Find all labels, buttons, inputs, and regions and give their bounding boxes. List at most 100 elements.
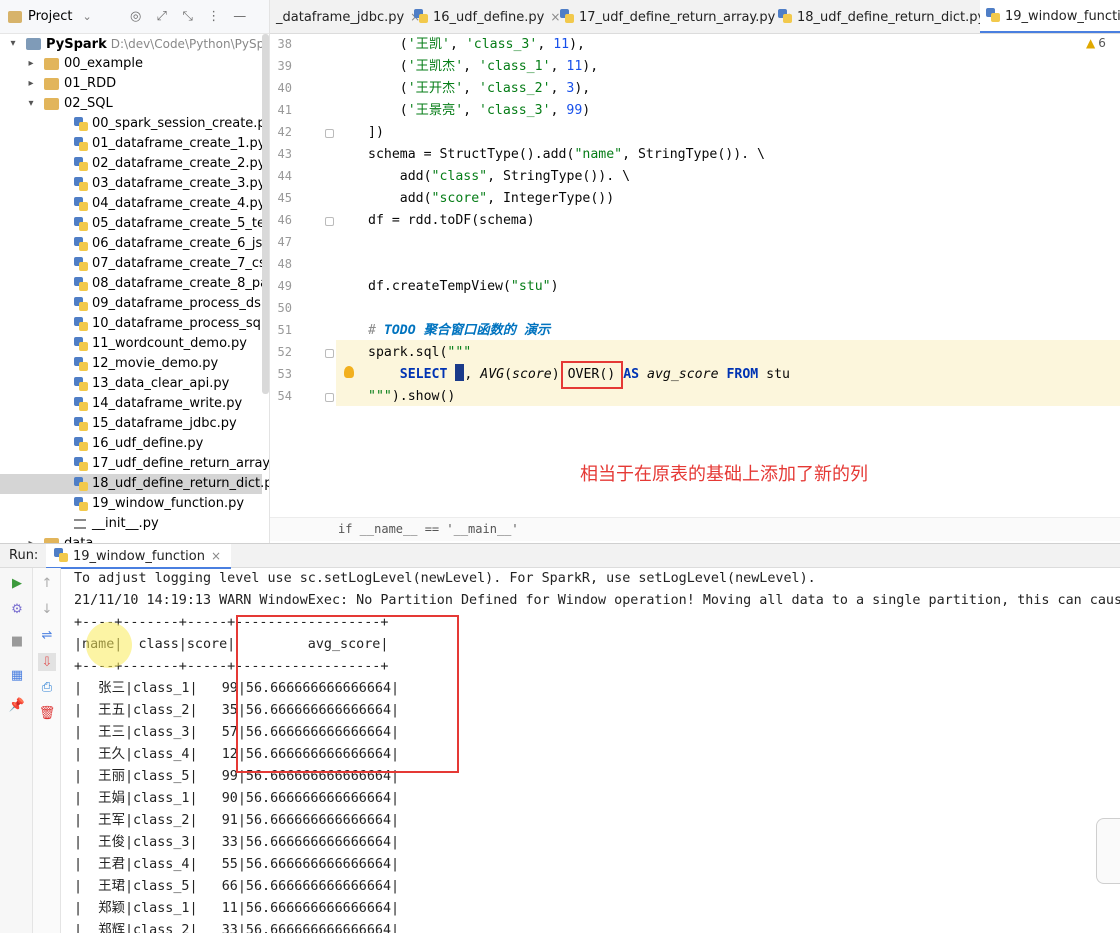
tree-file[interactable]: 14_dataframe_write.py — [0, 394, 262, 414]
tree-file[interactable]: 09_dataframe_process_dsl_hellow — [0, 294, 269, 314]
tree-file[interactable]: 00_spark_session_create.py — [0, 114, 269, 134]
tree-folder[interactable]: ▾ PySpark D:\dev\Code\Python\PySpark — [0, 34, 269, 54]
code-line[interactable]: ('王开杰', 'class_2', 3), — [368, 78, 591, 100]
chevron-right-icon[interactable]: ▸ — [26, 534, 36, 543]
chevron-down-icon[interactable]: ▾ — [8, 34, 18, 54]
chevron-down-icon[interactable]: ⌄ — [82, 10, 91, 23]
tree-folder[interactable]: ▾ 02_SQL — [0, 94, 262, 114]
trash-icon[interactable]: 🗑 — [38, 704, 56, 722]
tree-file[interactable]: 11_wordcount_demo.py — [0, 334, 262, 354]
tree-file[interactable]: 06_dataframe_create_6_json.py — [0, 234, 269, 254]
console-output[interactable]: To adjust logging level use sc.setLogLev… — [61, 568, 1120, 933]
fold-marker-icon[interactable] — [325, 129, 334, 138]
tree-file[interactable]: __init__.py — [0, 514, 262, 534]
pin-icon[interactable]: 📌 — [8, 696, 26, 714]
soft-wrap-icon[interactable]: ⇌ — [38, 626, 56, 644]
editor-tab[interactable]: 17_udf_define_return_array.py × — [554, 0, 791, 33]
chevron-right-icon[interactable]: ▸ — [26, 74, 36, 94]
tree-file[interactable]: 16_udf_define.py — [0, 434, 262, 454]
python-file-icon — [74, 317, 88, 331]
scroll-to-end-icon[interactable]: ⇩ — [38, 653, 56, 671]
over-highlight-box — [561, 361, 623, 389]
tree-file[interactable]: 04_dataframe_create_4.py — [0, 194, 266, 214]
tree-file[interactable]: 19_window_function.py — [0, 494, 262, 514]
code-line[interactable]: # TODO 聚合窗口函数的 演示 — [368, 320, 550, 342]
tree-file[interactable]: 18_udf_define_return_dict.py — [0, 474, 269, 494]
minimize-icon[interactable]: — — [230, 7, 250, 27]
python-file-icon — [74, 217, 88, 231]
tree-item-label: 08_dataframe_create_8_parquet. — [92, 276, 269, 291]
code-line[interactable]: ('王凯杰', 'class_1', 11), — [368, 56, 598, 78]
tree-file[interactable]: 07_dataframe_create_7_csv.py — [0, 254, 269, 274]
project-tree: ▾ PySpark D:\dev\Code\Python\PySpark ▸ 00_ex… — [0, 34, 269, 543]
close-icon[interactable]: × — [211, 549, 221, 563]
collapse-all-icon[interactable]: ⤡ — [178, 7, 198, 27]
code-line[interactable]: spark.sql(""" — [368, 342, 471, 364]
tree-file[interactable]: 13_data_clear_api.py — [0, 374, 262, 394]
tree-folder[interactable]: ▸ 01_RDD — [0, 74, 262, 94]
run-tab[interactable]: 19_window_function × — [46, 544, 232, 569]
code-line[interactable]: add("class", StringType()). \ — [368, 166, 630, 188]
tree-item-label: 05_dataframe_create_5_text.py — [92, 216, 270, 231]
chevron-down-icon[interactable]: ▾ — [26, 94, 36, 114]
tree-file[interactable]: 01_dataframe_create_1.py — [0, 134, 266, 154]
up-arrow-icon[interactable]: ↑ — [38, 574, 56, 592]
code-line[interactable]: """).show() — [368, 386, 455, 408]
line-number: 52 — [277, 345, 292, 359]
chevron-right-icon[interactable]: ▸ — [26, 54, 36, 74]
project-panel: Project ⌄ ◎ ⤢ ⤡ ⋮ — ▾ PySpark D:\dev\Code\… — [0, 0, 270, 543]
tree-file[interactable]: 03_dataframe_create_3.py — [0, 174, 266, 194]
layout-icon[interactable]: ▦ — [8, 666, 26, 684]
tree-file[interactable]: 02_dataframe_create_2.py — [0, 154, 266, 174]
fold-marker-icon[interactable] — [325, 393, 334, 402]
tree-file[interactable]: 12_movie_demo.py — [0, 354, 262, 374]
tree-item-label: 15_dataframe_jdbc.py — [92, 416, 237, 431]
code-line[interactable]: ('王凯', 'class_3', 11), — [368, 34, 585, 56]
tree-file[interactable]: 08_dataframe_create_8_parquet. — [0, 274, 269, 294]
tree-folder[interactable]: ▸ 00_example — [0, 54, 262, 74]
breadcrumb[interactable]: if __name__ == '__main__' — [338, 522, 519, 536]
code-line[interactable]: ]) — [368, 122, 384, 144]
python-file-icon — [74, 457, 88, 471]
rerun-icon[interactable]: ▶ — [8, 574, 26, 592]
code-line[interactable]: ('王景亮', 'class_3', 99) — [368, 100, 591, 122]
tree-file[interactable]: 15_dataframe_jdbc.py — [0, 414, 262, 434]
tree-scrollbar[interactable] — [262, 34, 269, 394]
tree-item-label: 09_dataframe_process_dsl_hellow — [92, 296, 269, 311]
python-file-icon — [74, 477, 88, 491]
side-widget[interactable] — [1096, 818, 1120, 884]
tree-file[interactable]: 17_udf_define_return_array.py — [0, 454, 269, 474]
tree-folder[interactable]: ▸ data — [0, 534, 262, 543]
line-number: 49 — [277, 279, 292, 293]
editor-tab[interactable]: _dataframe_jdbc.py × — [270, 0, 420, 33]
editor-tab-label: 16_udf_define.py — [433, 10, 545, 25]
expand-all-icon[interactable]: ⤢ — [152, 7, 172, 27]
editor-tab[interactable]: 16_udf_define.py × — [408, 0, 560, 33]
editor-tab[interactable]: 18_udf_define_return_dict.py× — [772, 0, 1001, 33]
tree-item-label: 10_dataframe_process_sql_hellow — [92, 316, 269, 331]
project-title[interactable]: Project — [28, 9, 72, 24]
code-line[interactable]: df = rdd.toDF(schema) — [368, 210, 535, 232]
target-icon[interactable]: ◎ — [126, 7, 146, 27]
tree-item-label: 01_RDD — [64, 76, 117, 91]
console-toolbar: ↑ ↓ ⇌ ⇩ ⎙ 🗑 — [33, 568, 61, 933]
fold-marker-icon[interactable] — [325, 217, 334, 226]
tree-file[interactable]: 10_dataframe_process_sql_hellow — [0, 314, 269, 334]
code-editor[interactable]: ('王凯', 'class_3', 11), ('王凯杰', 'class_1'… — [336, 34, 1120, 516]
code-line[interactable]: add("score", IntegerType()) — [368, 188, 614, 210]
console-line: | 郑颖|class_1| 11|56.666666666666664| — [74, 901, 400, 916]
code-line[interactable]: schema = StructType().add("name", String… — [368, 144, 765, 166]
python-file-icon — [74, 357, 88, 371]
python-file-icon — [74, 437, 88, 451]
tree-file[interactable]: 05_dataframe_create_5_text.py — [0, 214, 269, 234]
more-options-icon[interactable]: ⋮ — [204, 7, 224, 27]
code-line[interactable]: df.createTempView("stu") — [368, 276, 559, 298]
fold-marker-icon[interactable] — [325, 349, 334, 358]
stop-icon[interactable]: ■ — [8, 632, 26, 650]
inspection-warnings[interactable]: ▲ 6 — [1086, 36, 1106, 50]
lightbulb-icon[interactable] — [344, 366, 354, 378]
settings-icon[interactable]: ⚙ — [8, 600, 26, 618]
editor-tab[interactable]: 19_window_function — [980, 0, 1120, 33]
down-arrow-icon[interactable]: ↓ — [38, 600, 56, 618]
print-icon[interactable]: ⎙ — [38, 678, 56, 696]
